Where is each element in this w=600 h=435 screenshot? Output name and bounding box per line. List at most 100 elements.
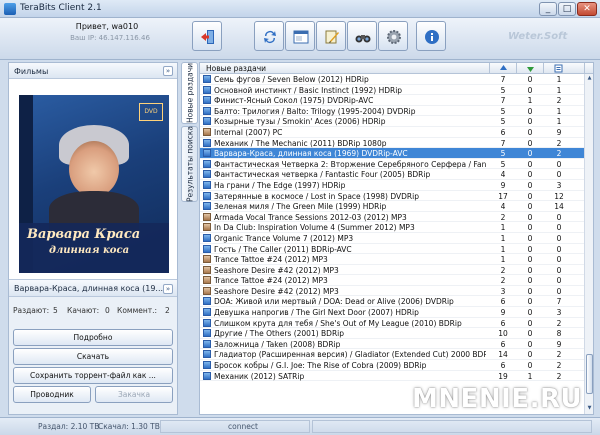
- window-button[interactable]: [285, 21, 315, 51]
- scroll-down-icon[interactable]: ▼: [586, 405, 593, 412]
- downloaded-total: Скачал: 1.30 TB: [98, 422, 160, 431]
- table-row[interactable]: Гладиатор (Расширенная версия) / Gladiat…: [200, 349, 584, 361]
- maximize-button[interactable]: □: [558, 2, 576, 16]
- table-row[interactable]: Гость / The Caller (2011) BDRip-AVC 1 0 0: [200, 244, 584, 255]
- table-row[interactable]: Trance Tattoe #24 (2012) MP3 1 0 0: [200, 254, 584, 265]
- table-row[interactable]: Фантастическая Четверка 2: Вторжение Сер…: [200, 159, 584, 170]
- release-type-icon: [203, 255, 211, 264]
- films-section-header[interactable]: Фильмы »: [9, 63, 177, 79]
- bookmark-button[interactable]: Закачка: [95, 386, 173, 403]
- release-title: Зеленая миля / The Green Mile (1999) HDR…: [214, 202, 387, 212]
- comments-count: 2: [556, 96, 562, 106]
- tab-new-releases[interactable]: Новые раздачи: [181, 62, 198, 124]
- leechers-count: 0: [527, 180, 533, 190]
- leechers-count: 0: [527, 223, 533, 233]
- release-type-icon: [203, 286, 211, 295]
- table-row[interactable]: Механик (2012) SATRip 19 1 2: [200, 371, 584, 382]
- table-row[interactable]: Заложница / Taken (2008) BDRip 6 0 9: [200, 339, 584, 350]
- comments-count: 2: [556, 149, 562, 159]
- comments-count: 0: [556, 255, 562, 265]
- release-type-icon: [203, 149, 211, 158]
- table-row[interactable]: DOA: Живой или мертвый / DOA: Dead or Al…: [200, 296, 584, 308]
- leechers-count: 0: [527, 265, 533, 275]
- table-row[interactable]: Козырные тузы / Smokin' Aces (2006) HDRi…: [200, 116, 584, 127]
- settings-button[interactable]: [378, 21, 408, 51]
- seeders-count: 17: [498, 191, 508, 201]
- table-row[interactable]: Основной инстинкт / Basic Instinct (1992…: [200, 85, 584, 96]
- comments-count: 0: [556, 223, 562, 233]
- comments-count: 12: [554, 191, 564, 201]
- comments-count: 2: [556, 138, 562, 148]
- table-row[interactable]: Другие / The Others (2001) BDRip 10 0 8: [200, 328, 584, 339]
- table-row[interactable]: Trance Tattoe #24 (2012) MP3 2 0 0: [200, 275, 584, 286]
- table-row[interactable]: Armada Vocal Trance Sessions 2012-03 (20…: [200, 212, 584, 223]
- edit-button[interactable]: [316, 21, 346, 51]
- save-torrent-button[interactable]: Сохранить торрент-файл как ...: [13, 367, 173, 384]
- release-title: Гладиатор (Расширенная версия) / Gladiat…: [214, 350, 486, 360]
- leechers-count: 1: [527, 371, 533, 381]
- comments-count: 9: [556, 127, 562, 137]
- seeders-count: 3: [500, 286, 506, 296]
- release-type-icon: [203, 329, 211, 338]
- comments-label: Коммент.:: [117, 306, 158, 315]
- left-panel: Фильмы » DVD Варвара Краса длинная коса …: [8, 62, 178, 415]
- download-button[interactable]: Скачать: [13, 348, 173, 365]
- seeders-up-icon[interactable]: [499, 64, 508, 73]
- table-row[interactable]: Бросок кобры / G.I. Joe: The Rise of Cob…: [200, 360, 584, 371]
- table-row[interactable]: Семь фугов / Seven Below (2012) HDRip 7 0 1: [200, 74, 584, 85]
- search-button[interactable]: [347, 21, 377, 51]
- seeders-count: 7: [500, 75, 506, 84]
- vertical-tabs: Новые раздачи Результаты поиска: [181, 62, 198, 415]
- release-title: Балто: Трилогия / Balto: Trilogy (1995-2…: [214, 106, 416, 116]
- collapse-chevron-icon[interactable]: »: [163, 66, 173, 76]
- table-row[interactable]: In Da Club: Inspiration Volume 4 (Summer…: [200, 222, 584, 233]
- table-row[interactable]: Слишком крута для тебя / She's Out of My…: [200, 318, 584, 329]
- release-title: Механик (2012) SATRip: [214, 371, 305, 381]
- scroll-up-icon[interactable]: ▲: [586, 75, 593, 82]
- tab-new-releases-label: Новые раздачи: [185, 63, 194, 123]
- info-button[interactable]: [416, 21, 446, 51]
- table-row[interactable]: Organic Trance Volume 7 (2012) MP3 1 0 0: [200, 233, 584, 244]
- release-title: Другие / The Others (2001) BDRip: [214, 329, 345, 339]
- seeders-count: 10: [498, 329, 508, 339]
- table-row[interactable]: Девушка напрогив / The Girl Next Door (2…: [200, 307, 584, 318]
- comments-count: 3: [556, 180, 562, 190]
- table-row[interactable]: Балто: Трилогия / Balto: Trilogy (1995-2…: [200, 106, 584, 117]
- table-row[interactable]: Механик / The Mechanic (2011) BDRip 1080…: [200, 138, 584, 149]
- leechers-count: 0: [527, 106, 533, 116]
- title-bar: TeraBits Client 2.1 _ □ ✕: [0, 0, 600, 18]
- release-type-icon: [203, 265, 211, 274]
- leechers-down-icon[interactable]: [526, 64, 535, 73]
- comments-count: 0: [556, 170, 562, 180]
- exit-button[interactable]: [192, 21, 222, 51]
- comments-count: 0: [556, 159, 562, 169]
- release-title: Фантастическая Четверка 2: Вторжение Сер…: [214, 159, 486, 169]
- release-title: Варвара-Краса, длинная коса (1969) DVDRi…: [214, 149, 408, 159]
- table-row[interactable]: Варвара-Краса, длинная коса (1969) DVDRi…: [200, 148, 584, 159]
- table-row[interactable]: Internal (2007) PC 6 0 9: [200, 127, 584, 138]
- table-row[interactable]: Зеленая миля / The Green Mile (1999) HDR…: [200, 201, 584, 212]
- release-type-icon: [203, 159, 211, 168]
- table-row[interactable]: Финист-Ясный Сокол (1975) DVDRip-AVC 7 1 2: [200, 95, 584, 106]
- comments-icon[interactable]: [554, 64, 563, 73]
- refresh-button[interactable]: [254, 21, 284, 51]
- table-row[interactable]: Seashore Desire #42 (2012) MP3 2 0 0: [200, 265, 584, 276]
- collapse-chevron-icon[interactable]: »: [163, 284, 173, 294]
- selected-item-header[interactable]: Варвара-Краса, длинная коса (19... »: [9, 279, 177, 297]
- table-row[interactable]: На грани / The Edge (1997) HDRip 9 0 3: [200, 180, 584, 191]
- poster-title-line1: Варвара Краса: [27, 227, 141, 242]
- table-row[interactable]: Затерянные в космосе / Lost in Space (19…: [200, 191, 584, 202]
- tab-search-results[interactable]: Результаты поиска: [181, 126, 198, 202]
- binoculars-icon: [355, 35, 371, 43]
- minimize-button[interactable]: _: [539, 2, 557, 16]
- comments-count: 0: [556, 233, 562, 243]
- column-title-header[interactable]: Новые раздачи: [206, 64, 266, 73]
- vertical-scrollbar[interactable]: ▲ ▼: [584, 74, 593, 414]
- explorer-button[interactable]: Проводник: [13, 386, 91, 403]
- table-row[interactable]: Seashore Desire #42 (2012) MP3 3 0 0: [200, 286, 584, 297]
- details-button[interactable]: Подробно: [13, 329, 173, 346]
- scroll-thumb[interactable]: [586, 354, 593, 394]
- close-button[interactable]: ✕: [577, 2, 597, 16]
- table-row[interactable]: Фантастическая четверка / Fantastic Four…: [200, 169, 584, 180]
- release-title: Seashore Desire #42 (2012) MP3: [214, 265, 339, 275]
